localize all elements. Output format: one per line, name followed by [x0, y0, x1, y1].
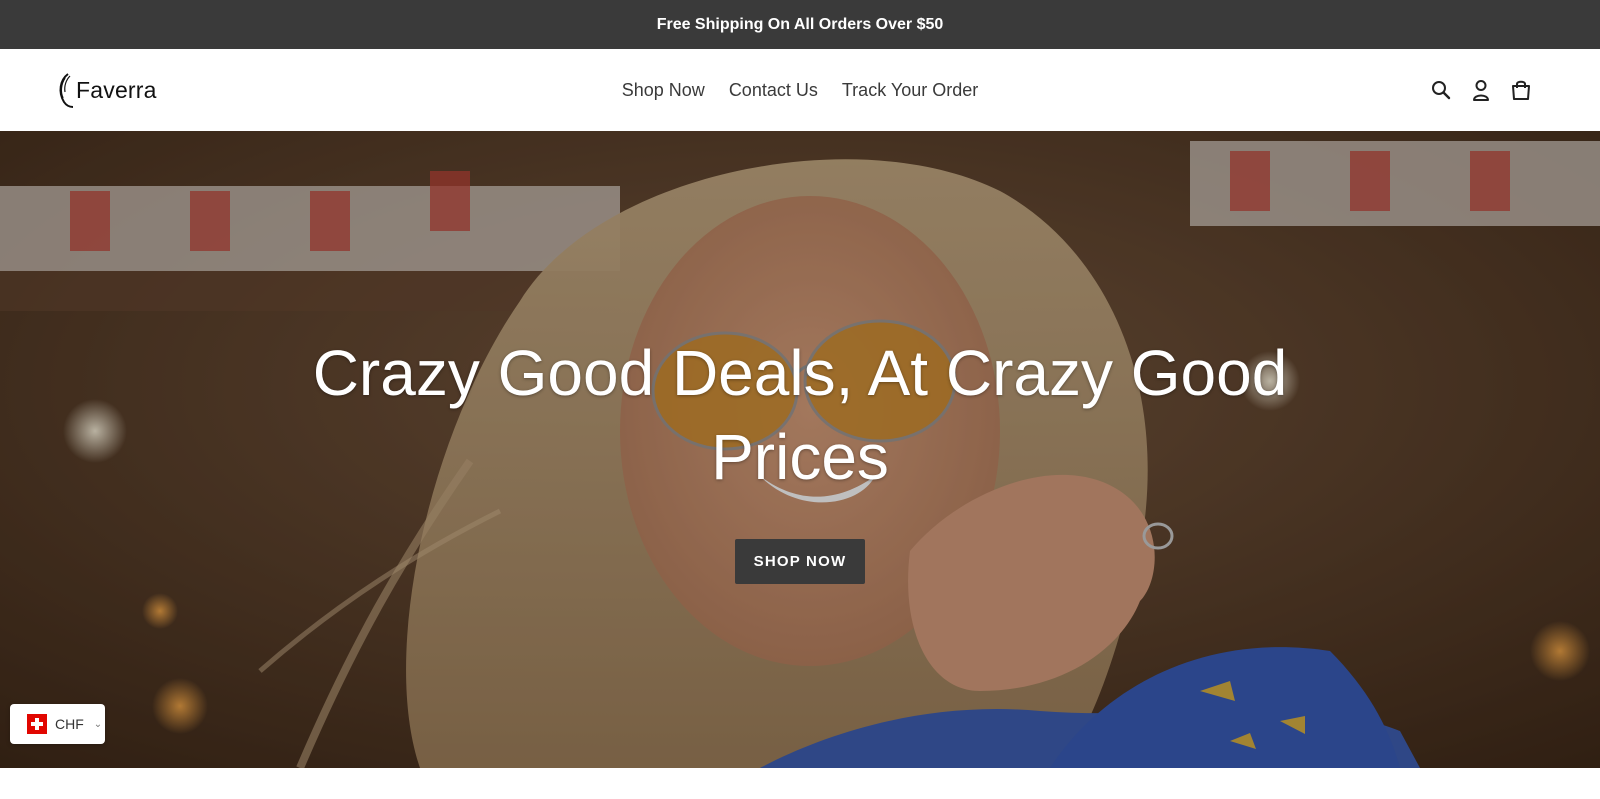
account-icon[interactable]	[1470, 79, 1492, 101]
switzerland-flag-icon	[27, 714, 47, 734]
hero-title: Crazy Good Deals, At Crazy Good Prices	[312, 337, 1288, 493]
search-icon[interactable]	[1430, 79, 1452, 101]
nav-contact-us[interactable]: Contact Us	[729, 80, 818, 101]
main-nav: Shop Now Contact Us Track Your Order	[622, 80, 979, 101]
header-icons	[1430, 79, 1532, 101]
shop-now-button[interactable]: SHOP NOW	[734, 539, 866, 584]
nav-shop-now[interactable]: Shop Now	[622, 80, 705, 101]
page-bottom-strip	[0, 768, 1600, 799]
chevron-down-icon: ⌄	[93, 718, 103, 730]
hero-content: Crazy Good Deals, At Crazy Good Prices S…	[0, 331, 1600, 584]
currency-code: CHF	[55, 716, 84, 732]
nav-track-order[interactable]: Track Your Order	[842, 80, 978, 101]
logo[interactable]: Faverra	[54, 70, 157, 110]
currency-selector[interactable]: CHF ⌄	[10, 704, 105, 744]
logo-mark-icon	[59, 73, 74, 108]
logo-text: Faverra	[76, 76, 157, 103]
announcement-text: Free Shipping On All Orders Over $50	[656, 15, 944, 33]
hero-banner: Crazy Good Deals, At Crazy Good Prices S…	[0, 131, 1600, 768]
announcement-bar: Free Shipping On All Orders Over $50	[0, 0, 1600, 49]
site-header: Faverra Shop Now Contact Us Track Your O…	[0, 49, 1600, 131]
cart-icon[interactable]	[1510, 79, 1532, 101]
